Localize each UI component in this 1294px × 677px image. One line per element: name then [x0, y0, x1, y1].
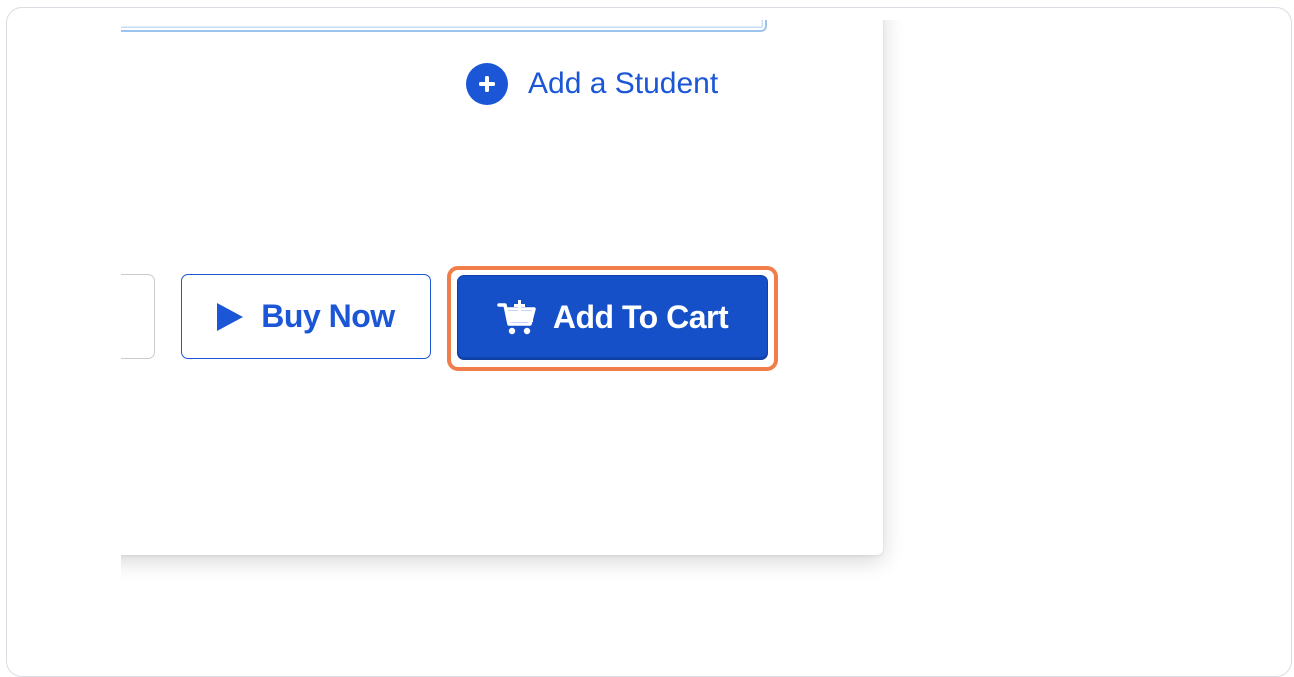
- modal-card: Add a Student cel Buy Now: [121, 20, 883, 555]
- notes-textarea[interactable]: [121, 20, 767, 32]
- play-icon: [217, 302, 244, 331]
- screenshot-frame: Add a Student cel Buy Now: [6, 7, 1292, 677]
- plus-circle-icon: [466, 63, 508, 105]
- add-to-cart-button[interactable]: Add To Cart: [457, 275, 768, 360]
- add-to-cart-label: Add To Cart: [552, 299, 729, 335]
- add-student-label: Add a Student: [528, 67, 719, 100]
- cancel-button[interactable]: cel: [121, 274, 155, 359]
- cart-plus-icon: [497, 299, 537, 336]
- add-student-link[interactable]: Add a Student: [466, 62, 718, 106]
- buy-now-button[interactable]: Buy Now: [181, 274, 431, 359]
- buy-now-label: Buy Now: [261, 298, 395, 334]
- modal-viewport: Add a Student cel Buy Now: [121, 20, 921, 620]
